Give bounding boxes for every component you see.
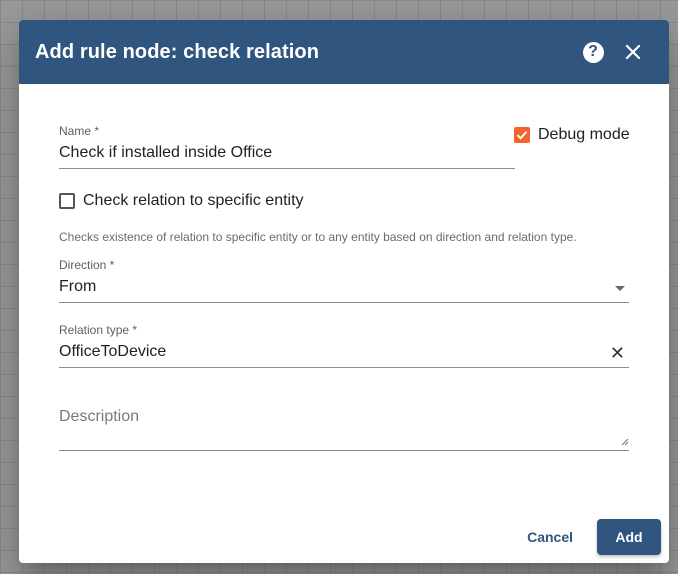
relation-hint-text: Checks existence of relation to specific… [59, 230, 577, 244]
direction-underline [59, 302, 629, 303]
relation-type-chip: OfficeToDevice [59, 343, 167, 360]
close-icon [625, 44, 641, 60]
resize-handle-icon[interactable] [621, 438, 629, 446]
direction-select[interactable]: Direction * From [59, 258, 629, 304]
name-underline [59, 168, 515, 169]
add-rule-node-dialog: Add rule node: check relation ? Name * C… [19, 20, 669, 563]
dialog-header: Add rule node: check relation ? [19, 20, 669, 84]
name-label: Name * [59, 124, 100, 138]
description-underline [59, 450, 629, 451]
relation-type-field[interactable]: Relation type * OfficeToDevice ✕ [59, 323, 629, 369]
dialog-content: Name * Check if installed inside Office … [19, 84, 669, 563]
check-specific-entity-label: Check relation to specific entity [83, 192, 304, 209]
description-field[interactable]: Description [59, 406, 629, 452]
help-button[interactable]: ? [573, 32, 613, 72]
add-button[interactable]: Add [597, 519, 661, 555]
checkbox-checked-icon [514, 127, 530, 143]
debug-mode-label: Debug mode [538, 126, 630, 143]
chevron-down-icon [615, 286, 625, 291]
cancel-button[interactable]: Cancel [515, 519, 585, 555]
name-input[interactable]: Check if installed inside Office [59, 144, 272, 162]
help-circle-icon: ? [582, 41, 604, 63]
direction-value: From [59, 278, 97, 295]
clear-icon[interactable]: ✕ [610, 344, 625, 362]
direction-label: Direction * [59, 258, 115, 272]
dialog-actions: Cancel Add [515, 519, 661, 555]
debug-mode-checkbox[interactable]: Debug mode [514, 126, 630, 144]
description-placeholder: Description [59, 408, 140, 425]
relation-type-label: Relation type * [59, 323, 138, 337]
checkbox-unchecked-icon [59, 193, 75, 209]
name-field[interactable]: Name * Check if installed inside Office [59, 124, 515, 170]
check-specific-entity-checkbox[interactable]: Check relation to specific entity [59, 192, 304, 210]
relation-type-underline [59, 367, 629, 368]
dialog-title: Add rule node: check relation [35, 40, 320, 63]
close-button[interactable] [613, 32, 653, 72]
